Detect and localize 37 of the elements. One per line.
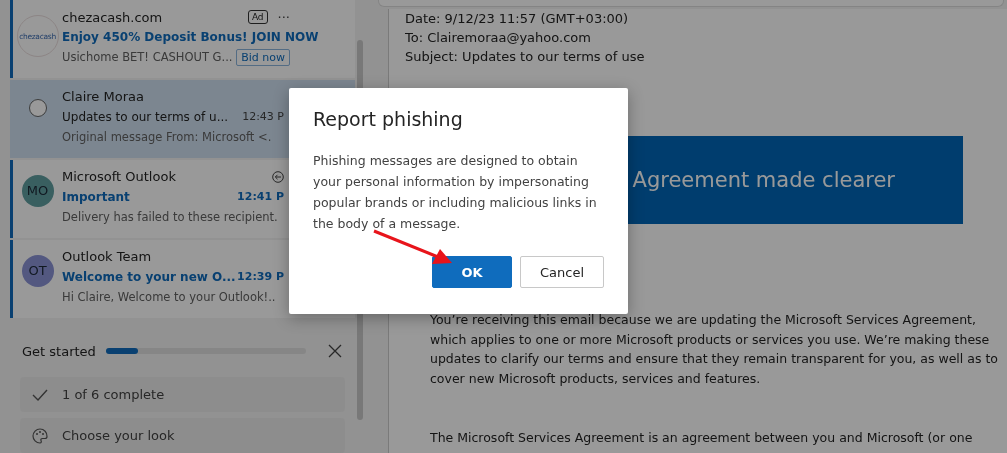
- cancel-button[interactable]: Cancel: [520, 256, 604, 288]
- banner-title: Agreement made clearer: [632, 168, 895, 192]
- header-line: Date: 9/12/23 11:57 (GMT+03:00): [405, 10, 629, 28]
- get-started-title: Get started: [22, 343, 96, 359]
- email-paragraph: The Microsoft Services Agreement is an agreement between you and Microsoft (or one: [430, 429, 974, 447]
- check-icon: [32, 388, 48, 401]
- mail-subject: Enjoy 450% Deposit Bonus! JOIN NOW: [62, 30, 319, 44]
- mail-subject: Important: [62, 189, 130, 204]
- mail-time: 12:39 P: [237, 270, 284, 284]
- header-line: To: Clairemoraa@yahoo.com: [405, 29, 591, 47]
- ad-badge: Ad: [247, 10, 268, 24]
- mail-subject: Welcome to your new O...: [62, 269, 236, 284]
- sender-name: Claire Moraa: [62, 89, 144, 105]
- sender-name: chezacash.com: [62, 9, 163, 25]
- sender-name: Outlook Team: [62, 249, 152, 265]
- select-radio[interactable]: [28, 98, 47, 117]
- sender-avatar: MO: [21, 174, 54, 207]
- mail-preview: Hi Claire, Welcome to your Outlook!..: [62, 289, 276, 304]
- header-line: Subject: Updates to our terms of use: [405, 48, 645, 66]
- mail-preview: Original message From: Microsoft <.: [62, 129, 272, 144]
- more-options[interactable]: ···: [277, 9, 290, 25]
- mail-preview: Usichome BET! CASHOUT G...: [62, 50, 233, 64]
- close-button[interactable]: [327, 343, 343, 360]
- setup-step[interactable]: 1 of 6 complete: [20, 377, 345, 413]
- palette-icon: [32, 427, 48, 444]
- ok-button[interactable]: OK: [432, 256, 512, 288]
- setup-step[interactable]: Choose your look: [20, 418, 345, 453]
- sender-avatar: OT: [21, 254, 54, 287]
- mail-preview: Delivery has failed to these recipient.: [62, 209, 278, 224]
- mail-subject: Updates to our terms of u...: [62, 109, 229, 124]
- mail-time: 12:43 P: [242, 110, 284, 124]
- mail-time: 12:41 P: [237, 190, 284, 204]
- sender-name: Microsoft Outlook: [62, 169, 176, 185]
- step-label: 1 of 6 complete: [62, 387, 165, 403]
- email-paragraph: You’re receiving this email because we are updating the Microsoft Services Agreement, which applies to one or more Microsoft products or services you use. We’re making these updates to clarify our terms and ensure that they remain transparent for you, as well as to cover new Microsoft products, services and features.: [430, 311, 999, 388]
- bid-button[interactable]: Bid now: [236, 48, 290, 66]
- step-label: Choose your look: [62, 428, 175, 444]
